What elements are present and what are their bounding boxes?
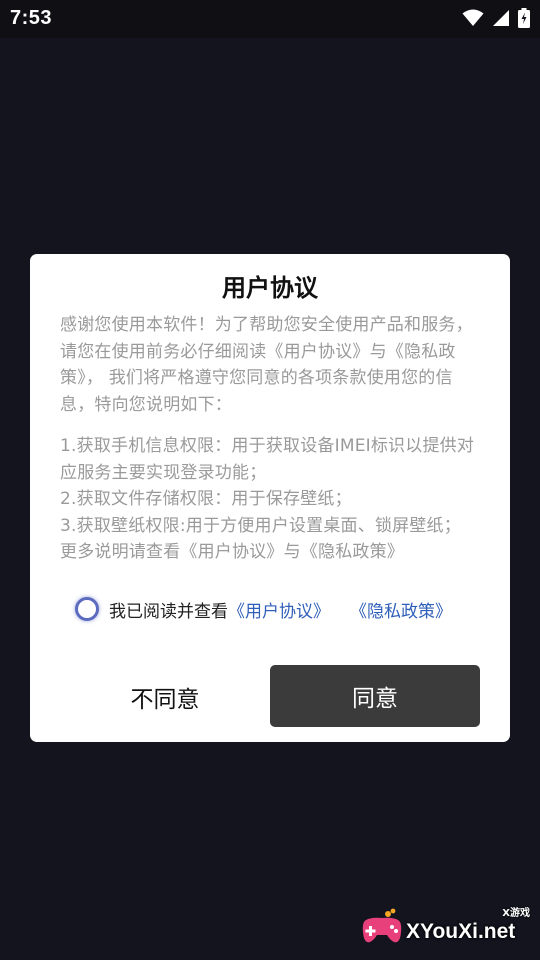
watermark-site: XYouXi.net <box>406 920 516 943</box>
watermark-tag: X游戏 <box>502 908 530 919</box>
user-agreement-dialog: 用户协议 感谢您使用本软件！为了帮助您安全使用产品和服务，请您在使用前务必仔细阅… <box>30 254 510 742</box>
agree-label[interactable]: 我已阅读并查看 <box>109 597 228 622</box>
cellular-signal-icon <box>492 9 510 27</box>
permission-item-storage: 2.获取文件存储权限：用于保存壁纸； <box>60 489 352 509</box>
agree-button[interactable]: 同意 <box>270 665 480 727</box>
battery-charging-icon <box>518 8 530 28</box>
agree-radio[interactable] <box>75 597 99 621</box>
gamepad-logo-icon <box>360 908 404 948</box>
dialog-body: 感谢您使用本软件！为了帮助您安全使用产品和服务，请您在使用前务必仔细阅读《用户协… <box>60 312 484 566</box>
intro-text: 感谢您使用本软件！为了帮助您安全使用产品和服务，请您在使用前务必仔细阅读《用户协… <box>60 315 473 415</box>
privacy-policy-link[interactable]: 《隐私政策》 <box>350 597 452 622</box>
wifi-icon <box>462 9 484 27</box>
status-bar: 7:53 <box>0 0 540 38</box>
dialog-title: 用户协议 <box>222 274 318 302</box>
agree-checkbox-row: 我已阅读并查看 《用户协议》 《隐私政策》 <box>75 594 452 624</box>
user-agreement-link[interactable]: 《用户协议》 <box>228 597 330 622</box>
permission-item-wallpaper: 3.获取壁纸权限:用于方便用户设置桌面、锁屏壁纸； <box>60 515 461 536</box>
disagree-button[interactable]: 不同意 <box>90 666 240 728</box>
more-info-text: 更多说明请查看《用户协议》与《隐私政策》 <box>60 542 404 562</box>
status-icons <box>462 8 530 28</box>
watermark: X游戏 XYouXi.net <box>360 900 530 952</box>
status-time: 7:53 <box>10 7 53 29</box>
permission-item-phone: 1.获取手机信息权限：用于获取设备IMEI标识以提供对应服务主要实现登录功能； <box>60 436 475 483</box>
